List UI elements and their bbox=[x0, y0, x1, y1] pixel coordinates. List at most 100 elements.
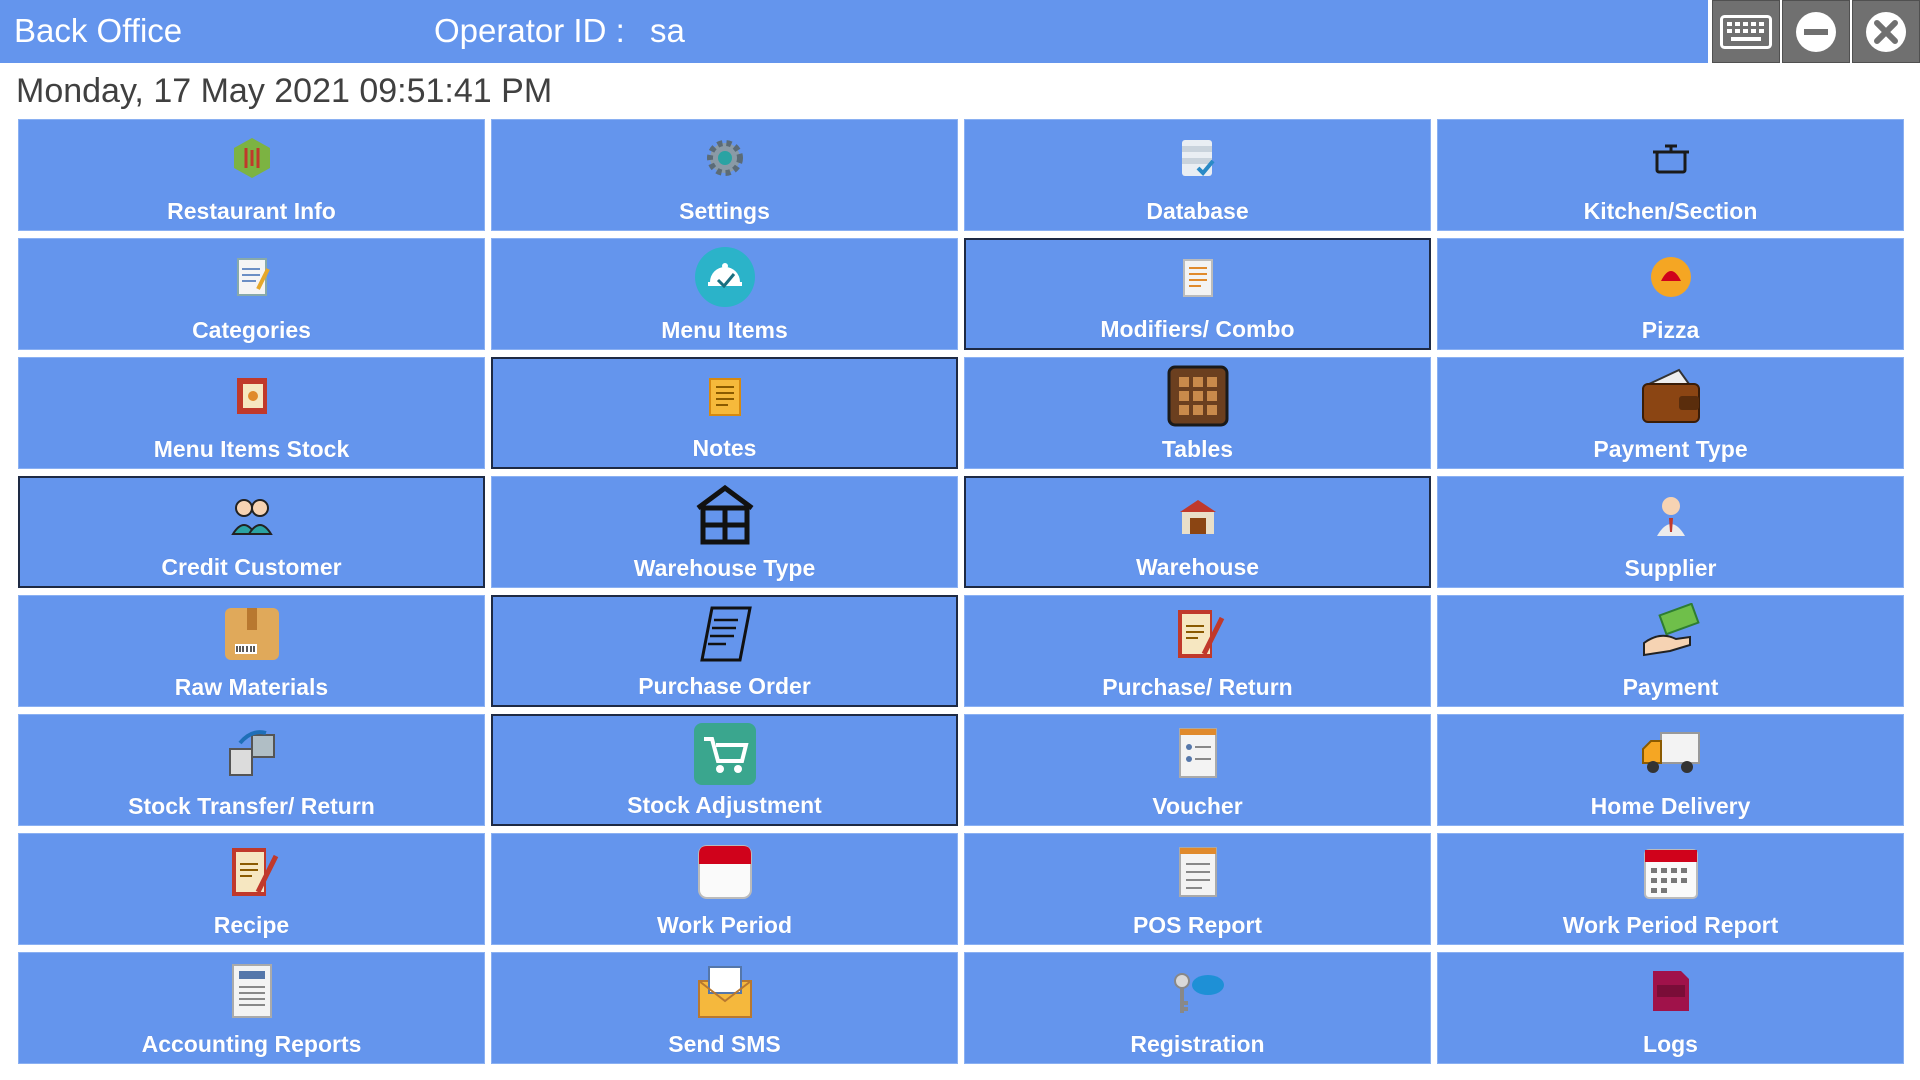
tile-label: Warehouse bbox=[1135, 554, 1260, 580]
report-icon bbox=[1166, 840, 1230, 904]
app-title: Back Office bbox=[14, 12, 183, 49]
gear-icon bbox=[693, 126, 757, 190]
tile-label: Payment bbox=[1622, 674, 1719, 700]
tile-label: Payment Type bbox=[1593, 436, 1748, 462]
tile-label: Home Delivery bbox=[1590, 793, 1751, 819]
tile-label: Work Period Report bbox=[1562, 912, 1779, 938]
tile-warehouse-type[interactable]: Warehouse Type bbox=[491, 476, 958, 588]
tile-payment-type[interactable]: Payment Type bbox=[1437, 357, 1904, 469]
current-datetime: Monday, 17 May 2021 09:51:41 PM bbox=[16, 72, 553, 110]
tile-label: Stock Adjustment bbox=[627, 792, 822, 818]
document-icon bbox=[1166, 246, 1230, 310]
tile-label: Tables bbox=[1161, 436, 1234, 462]
tile-logs[interactable]: Logs bbox=[1437, 952, 1904, 1064]
tile-label: Raw Materials bbox=[174, 674, 329, 700]
tile-pos-report[interactable]: POS Report bbox=[964, 833, 1431, 945]
tile-label: Purchase/ Return bbox=[1102, 674, 1293, 700]
tile-registration[interactable]: Registration bbox=[964, 952, 1431, 1064]
tile-work-period-report[interactable]: Work Period Report bbox=[1437, 833, 1904, 945]
tile-supplier[interactable]: Supplier bbox=[1437, 476, 1904, 588]
tile-voucher[interactable]: Voucher bbox=[964, 714, 1431, 826]
tile-label: Menu Items Stock bbox=[153, 436, 350, 462]
tile-label: Menu Items bbox=[661, 317, 788, 343]
tile-tables[interactable]: Tables bbox=[964, 357, 1431, 469]
close-button[interactable] bbox=[1852, 0, 1920, 63]
tile-home-delivery[interactable]: Home Delivery bbox=[1437, 714, 1904, 826]
tile-label: Supplier bbox=[1624, 555, 1717, 581]
log-file-icon bbox=[1639, 959, 1703, 1023]
key-icon bbox=[1166, 959, 1230, 1023]
recipe-icon bbox=[220, 840, 284, 904]
tile-credit-customer[interactable]: Credit Customer bbox=[18, 476, 485, 588]
tile-payment[interactable]: Payment bbox=[1437, 595, 1904, 707]
warehouse-icon bbox=[1166, 484, 1230, 548]
tile-label: Pizza bbox=[1641, 317, 1700, 343]
pizza-icon bbox=[1639, 245, 1703, 309]
tile-purchase-order[interactable]: Purchase Order bbox=[491, 595, 958, 707]
notes-icon bbox=[693, 365, 757, 429]
cloche-icon bbox=[693, 245, 757, 309]
tile-menu-items[interactable]: Menu Items bbox=[491, 238, 958, 350]
tile-label: Send SMS bbox=[668, 1031, 781, 1057]
keyboard-icon bbox=[1720, 14, 1772, 49]
tile-modifiers-combo[interactable]: Modifiers/ Combo bbox=[964, 238, 1431, 350]
tile-recipe[interactable]: Recipe bbox=[18, 833, 485, 945]
operator-label: Operator ID : bbox=[434, 12, 625, 49]
tile-label: Voucher bbox=[1152, 793, 1243, 819]
receipt-icon bbox=[693, 603, 757, 667]
keyboard-button[interactable] bbox=[1712, 0, 1780, 63]
tile-label: POS Report bbox=[1132, 912, 1263, 938]
tile-label: Purchase Order bbox=[638, 673, 811, 699]
box-icon bbox=[220, 602, 284, 666]
tile-work-period[interactable]: Work Period bbox=[491, 833, 958, 945]
tile-label: Modifiers/ Combo bbox=[1100, 316, 1295, 342]
notepad-icon bbox=[220, 245, 284, 309]
tile-menu-items-stock[interactable]: Menu Items Stock bbox=[18, 357, 485, 469]
cash-hand-icon bbox=[1639, 602, 1703, 666]
tile-send-sms[interactable]: Send SMS bbox=[491, 952, 958, 1064]
transfer-icon bbox=[220, 721, 284, 785]
tile-label: Recipe bbox=[213, 912, 290, 938]
tile-label: Settings bbox=[679, 198, 770, 224]
cooking-pot-icon bbox=[1639, 126, 1703, 190]
minimize-button[interactable] bbox=[1782, 0, 1850, 63]
cart-icon bbox=[693, 722, 757, 786]
tile-purchase-return[interactable]: Purchase/ Return bbox=[964, 595, 1431, 707]
book-icon bbox=[220, 364, 284, 428]
tile-accounting-reports[interactable]: Accounting Reports bbox=[18, 952, 485, 1064]
tile-warehouse[interactable]: Warehouse bbox=[964, 476, 1431, 588]
tile-label: Accounting Reports bbox=[141, 1031, 362, 1057]
tile-settings[interactable]: Settings bbox=[491, 119, 958, 231]
tile-kitchen-section[interactable]: Kitchen/Section bbox=[1437, 119, 1904, 231]
tile-pizza[interactable]: Pizza bbox=[1437, 238, 1904, 350]
tile-label: Warehouse Type bbox=[633, 555, 816, 581]
tile-restaurant-info[interactable]: Restaurant Info bbox=[18, 119, 485, 231]
tile-label: Categories bbox=[192, 317, 311, 343]
database-icon bbox=[1166, 126, 1230, 190]
table-icon bbox=[1166, 364, 1230, 428]
operator-value: sa bbox=[650, 12, 685, 49]
tile-label: Kitchen/Section bbox=[1583, 198, 1758, 224]
tile-raw-materials[interactable]: Raw Materials bbox=[18, 595, 485, 707]
voucher-icon bbox=[1166, 721, 1230, 785]
tile-notes[interactable]: Notes bbox=[491, 357, 958, 469]
tile-label: Credit Customer bbox=[161, 554, 342, 580]
truck-icon bbox=[1639, 721, 1703, 785]
title-bar: Back Office Operator ID : sa bbox=[0, 0, 1708, 63]
tile-label: Notes bbox=[692, 435, 757, 461]
tile-label: Logs bbox=[1643, 1031, 1698, 1057]
tile-database[interactable]: Database bbox=[964, 119, 1431, 231]
calendar-icon bbox=[1639, 840, 1703, 904]
tile-label: Registration bbox=[1130, 1031, 1265, 1057]
tile-label: Database bbox=[1146, 198, 1249, 224]
sms-envelope-icon bbox=[693, 959, 757, 1023]
calendar-blank-icon bbox=[693, 840, 757, 904]
accounting-icon bbox=[220, 959, 284, 1023]
tile-stock-adjustment[interactable]: Stock Adjustment bbox=[491, 714, 958, 826]
tile-categories[interactable]: Categories bbox=[18, 238, 485, 350]
tile-label: Restaurant Info bbox=[167, 198, 336, 224]
signed-document-icon bbox=[1166, 602, 1230, 666]
tile-stock-transfer-return[interactable]: Stock Transfer/ Return bbox=[18, 714, 485, 826]
users-icon bbox=[220, 484, 284, 548]
person-icon bbox=[1639, 483, 1703, 547]
